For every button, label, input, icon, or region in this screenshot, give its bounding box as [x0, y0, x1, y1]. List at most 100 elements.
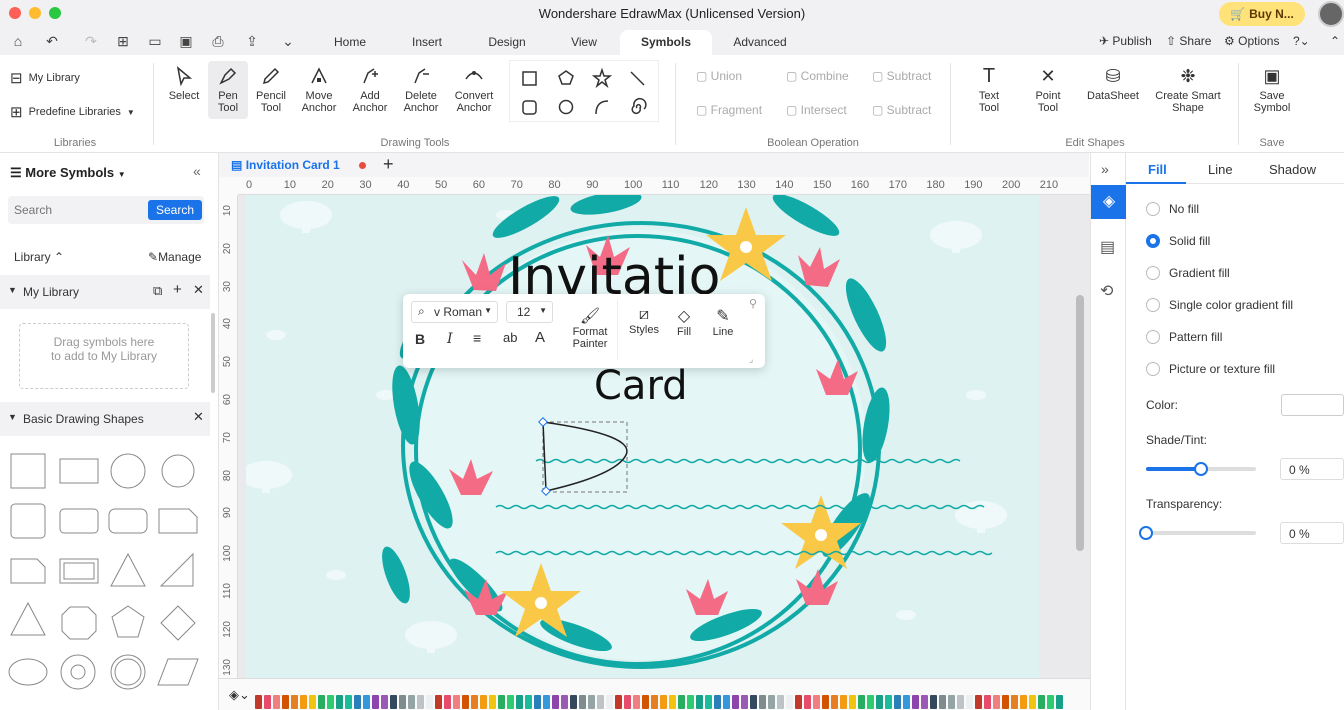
color-swatch[interactable]	[660, 695, 667, 709]
color-swatch[interactable]	[669, 695, 676, 709]
no-fill-radio[interactable]	[1146, 202, 1160, 216]
diamond-shape[interactable]	[160, 605, 196, 641]
color-swatch[interactable]	[786, 695, 793, 709]
transparency-slider-handle[interactable]	[1139, 526, 1153, 540]
move-anchor-tool[interactable]: Move Anchor	[298, 61, 340, 114]
format-painter-button[interactable]: 🖌 Format Painter	[567, 306, 613, 350]
fill-button[interactable]: ◇ Fill	[669, 306, 699, 338]
color-swatch[interactable]	[588, 695, 595, 709]
fragment-button[interactable]: ▢ Fragment	[696, 103, 762, 117]
color-swatch[interactable]	[372, 695, 379, 709]
my-library-button[interactable]: ⊟ My Library	[10, 69, 80, 87]
tab-design[interactable]: Design	[480, 30, 534, 55]
tab-symbols[interactable]: Symbols	[620, 30, 712, 55]
color-swatch[interactable]	[993, 695, 1000, 709]
delete-anchor-tool[interactable]: Delete Anchor	[400, 61, 442, 114]
color-swatch[interactable]	[1047, 695, 1054, 709]
more-symbols-button[interactable]: ☰ More Symbols ▼	[10, 165, 126, 181]
rounded-square-shape[interactable]	[10, 503, 46, 539]
color-swatch[interactable]	[804, 695, 811, 709]
snip-corner-shape[interactable]	[10, 558, 46, 584]
circle-shape-icon[interactable]	[558, 99, 574, 115]
color-swatch[interactable]	[426, 695, 433, 709]
tab-fill[interactable]: Fill	[1148, 162, 1167, 177]
create-smart-shape-button[interactable]: ❉ Create Smart Shape	[1150, 61, 1226, 114]
color-swatch[interactable]	[300, 695, 307, 709]
color-swatch[interactable]	[264, 695, 271, 709]
line-button[interactable]: ✎ Line	[707, 306, 739, 338]
color-swatch[interactable]	[642, 695, 649, 709]
color-swatch[interactable]	[354, 695, 361, 709]
text-tool[interactable]: T Text Tool	[970, 61, 1008, 114]
color-swatch[interactable]	[516, 695, 523, 709]
arc-shape-icon[interactable]	[595, 100, 609, 115]
color-swatch[interactable]	[777, 695, 784, 709]
color-swatch[interactable]	[399, 695, 406, 709]
color-swatch[interactable]	[885, 695, 892, 709]
color-swatch[interactable]	[840, 695, 847, 709]
color-swatch[interactable]	[975, 695, 982, 709]
color-swatch[interactable]	[750, 695, 757, 709]
combine-button[interactable]: ▢ Combine	[786, 69, 849, 83]
color-swatch[interactable]	[435, 695, 442, 709]
color-swatch[interactable]	[741, 695, 748, 709]
color-swatch[interactable]	[336, 695, 343, 709]
picture-fill-radio[interactable]	[1146, 362, 1160, 376]
shade-tint-input[interactable]: 0 %	[1280, 458, 1344, 480]
circle-shape[interactable]	[110, 453, 146, 489]
save-symbol-button[interactable]: ▣ Save Symbol	[1250, 61, 1294, 114]
transparency-slider[interactable]	[1139, 526, 1256, 540]
color-swatch[interactable]	[453, 695, 460, 709]
triangle-2-shape[interactable]	[10, 601, 46, 636]
color-swatch[interactable]	[723, 695, 730, 709]
color-swatch[interactable]	[1011, 695, 1018, 709]
pencil-tool[interactable]: Pencil Tool	[252, 61, 290, 114]
octagon-shape[interactable]	[61, 606, 97, 640]
color-swatch[interactable]	[1020, 695, 1027, 709]
avatar[interactable]	[1318, 1, 1344, 27]
color-swatch[interactable]	[327, 695, 334, 709]
line-shape-icon[interactable]	[630, 71, 645, 86]
panel-scrollbar[interactable]	[211, 313, 215, 393]
color-swatch[interactable]	[966, 695, 973, 709]
new-page-icon[interactable]: ⊞	[115, 33, 131, 49]
add-anchor-tool[interactable]: Add Anchor	[350, 61, 390, 114]
right-triangle-shape[interactable]	[159, 552, 194, 587]
library-toggle[interactable]: Library ⌃	[14, 250, 64, 264]
color-swatch[interactable]	[498, 695, 505, 709]
point-tool[interactable]: ✕ Point Tool	[1028, 61, 1068, 114]
color-swatch[interactable]	[471, 695, 478, 709]
color-swatch[interactable]	[633, 695, 640, 709]
pin-icon[interactable]: ⚲	[749, 297, 757, 310]
document-tab[interactable]: ▤ Invitation Card 1	[231, 158, 340, 172]
invitation-page[interactable]: Invitatio Card	[240, 195, 1039, 678]
color-swatch[interactable]	[390, 695, 397, 709]
color-swatch[interactable]	[417, 695, 424, 709]
union-button[interactable]: ▢ Union	[696, 69, 742, 83]
transparency-input[interactable]: 0 %	[1280, 522, 1344, 544]
color-swatch[interactable]	[318, 695, 325, 709]
close-icon[interactable]: ✕	[193, 282, 204, 298]
solid-fill-radio[interactable]	[1146, 234, 1160, 248]
close-icon[interactable]: ✕	[193, 409, 204, 425]
help-icon[interactable]: ?⌄	[1293, 34, 1310, 48]
home-icon[interactable]: ⌂	[10, 33, 26, 49]
fill-bucket-icon[interactable]: ◈⌄	[229, 687, 250, 703]
single-color-gradient-radio[interactable]	[1146, 298, 1160, 312]
publish-button[interactable]: ✈ Publish	[1099, 34, 1152, 48]
color-swatch[interactable]	[480, 695, 487, 709]
color-swatch[interactable]	[381, 695, 388, 709]
tab-line[interactable]: Line	[1208, 162, 1233, 177]
color-swatch[interactable]	[894, 695, 901, 709]
color-swatch[interactable]	[759, 695, 766, 709]
color-swatch[interactable]	[687, 695, 694, 709]
color-swatch[interactable]	[507, 695, 514, 709]
color-swatch[interactable]	[606, 695, 613, 709]
color-swatch[interactable]	[696, 695, 703, 709]
datasheet-button[interactable]: ⛁ DataSheet	[1085, 61, 1141, 102]
color-swatch[interactable]	[408, 695, 415, 709]
color-swatch[interactable]	[345, 695, 352, 709]
shade-tint-slider[interactable]	[1146, 462, 1256, 476]
font-size-select[interactable]: 12 ▼	[506, 301, 553, 323]
color-swatch[interactable]	[867, 695, 874, 709]
